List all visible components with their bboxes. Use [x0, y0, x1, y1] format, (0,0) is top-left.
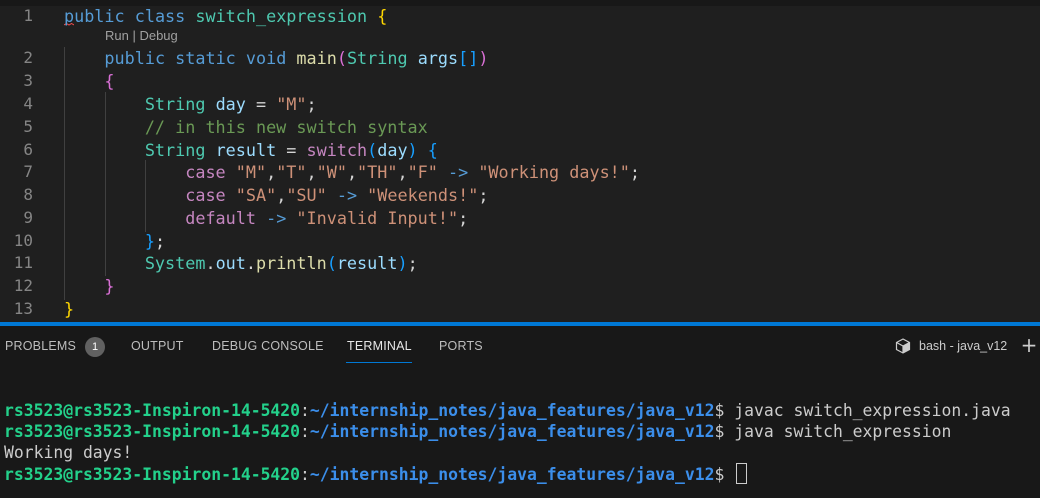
- line-number: 4: [23, 94, 33, 113]
- code-text: default -> "Invalid Input!";: [185, 208, 469, 228]
- code-line[interactable]: 12 }: [0, 275, 1040, 297]
- code-text: String day = "M";: [144, 94, 317, 114]
- code-line[interactable]: 8 case "SA","SU" -> "Weekends!";: [0, 184, 1040, 206]
- code-text: System.out.println(result);: [144, 253, 418, 273]
- codelens-run-debug[interactable]: Run | Debug: [105, 27, 178, 45]
- bottom-panel: PROBLEMS 1 OUTPUT DEBUG CONSOLE TERMINAL…: [0, 326, 1040, 498]
- code-line[interactable]: 10 };: [0, 230, 1040, 252]
- code-line[interactable]: 11 System.out.println(result);: [0, 252, 1040, 274]
- line-number: 8: [23, 185, 33, 204]
- code-line[interactable]: 7 case "M","T","W","TH","F" -> "Working …: [0, 161, 1040, 183]
- tab-output[interactable]: OUTPUT: [131, 339, 184, 353]
- code-line[interactable]: 9 default -> "Invalid Input!";: [0, 207, 1040, 229]
- line-number: 7: [23, 162, 33, 181]
- code-text: public static void main(String args[]): [104, 48, 489, 68]
- tab-problems[interactable]: PROBLEMS: [5, 339, 76, 353]
- line-number: 1: [23, 6, 33, 25]
- tab-ports[interactable]: PORTS: [439, 339, 483, 353]
- active-tab-indicator: [346, 362, 412, 363]
- tab-terminal[interactable]: TERMINAL: [347, 339, 412, 353]
- line-number: 9: [23, 208, 33, 227]
- code-text: String result = switch(day) {: [144, 140, 438, 160]
- terminal-line: rs3523@rs3523-Inspiron-14-5420:~/interns…: [4, 401, 1011, 420]
- terminal-prompt[interactable]: rs3523@rs3523-Inspiron-14-5420:~/interns…: [4, 463, 748, 485]
- code-text: case "SA","SU" -> "Weekends!";: [185, 185, 489, 205]
- terminal-output: Working days!: [4, 443, 133, 462]
- code-line[interactable]: 13 }: [0, 298, 1040, 320]
- code-line[interactable]: 1 public class switch_expression {: [0, 5, 1040, 27]
- problems-count-badge: 1: [85, 337, 105, 357]
- line-number: 10: [13, 231, 33, 250]
- code-editor[interactable]: 1 public class switch_expression { Run |…: [0, 0, 1040, 322]
- line-number: 5: [23, 117, 33, 136]
- line-number: 12: [13, 276, 33, 295]
- panel-tabs: PROBLEMS 1 OUTPUT DEBUG CONSOLE TERMINAL…: [0, 326, 1040, 366]
- code-text: }: [104, 276, 115, 296]
- code-line[interactable]: 6 String result = switch(day) {: [0, 139, 1040, 161]
- code-line[interactable]: 4 String day = "M";: [0, 93, 1040, 115]
- code-text: {: [104, 71, 115, 91]
- line-number: 2: [23, 48, 33, 67]
- code-text: public class switch_expression {: [64, 6, 388, 26]
- terminal-line: rs3523@rs3523-Inspiron-14-5420:~/interns…: [4, 422, 952, 441]
- code-text: case "M","T","W","TH","F" -> "Working da…: [185, 162, 640, 182]
- line-number: 3: [23, 71, 33, 90]
- terminal-instance-label[interactable]: bash - java_v12: [919, 339, 1007, 353]
- code-text: };: [144, 231, 166, 251]
- line-number: 6: [23, 140, 33, 159]
- terminal-box-icon: [895, 338, 911, 354]
- plus-icon[interactable]: +: [1018, 334, 1040, 356]
- code-text: }: [64, 299, 75, 319]
- tab-debug-console[interactable]: DEBUG CONSOLE: [212, 339, 324, 353]
- terminal-cursor: [736, 463, 748, 484]
- code-line[interactable]: 5 // in this new switch syntax: [0, 116, 1040, 138]
- code-text: // in this new switch syntax: [144, 117, 428, 137]
- line-number: 11: [13, 253, 33, 272]
- code-line[interactable]: 3 {: [0, 70, 1040, 92]
- code-line[interactable]: 2 public static void main(String args[]): [0, 47, 1040, 69]
- line-number: 13: [13, 299, 33, 318]
